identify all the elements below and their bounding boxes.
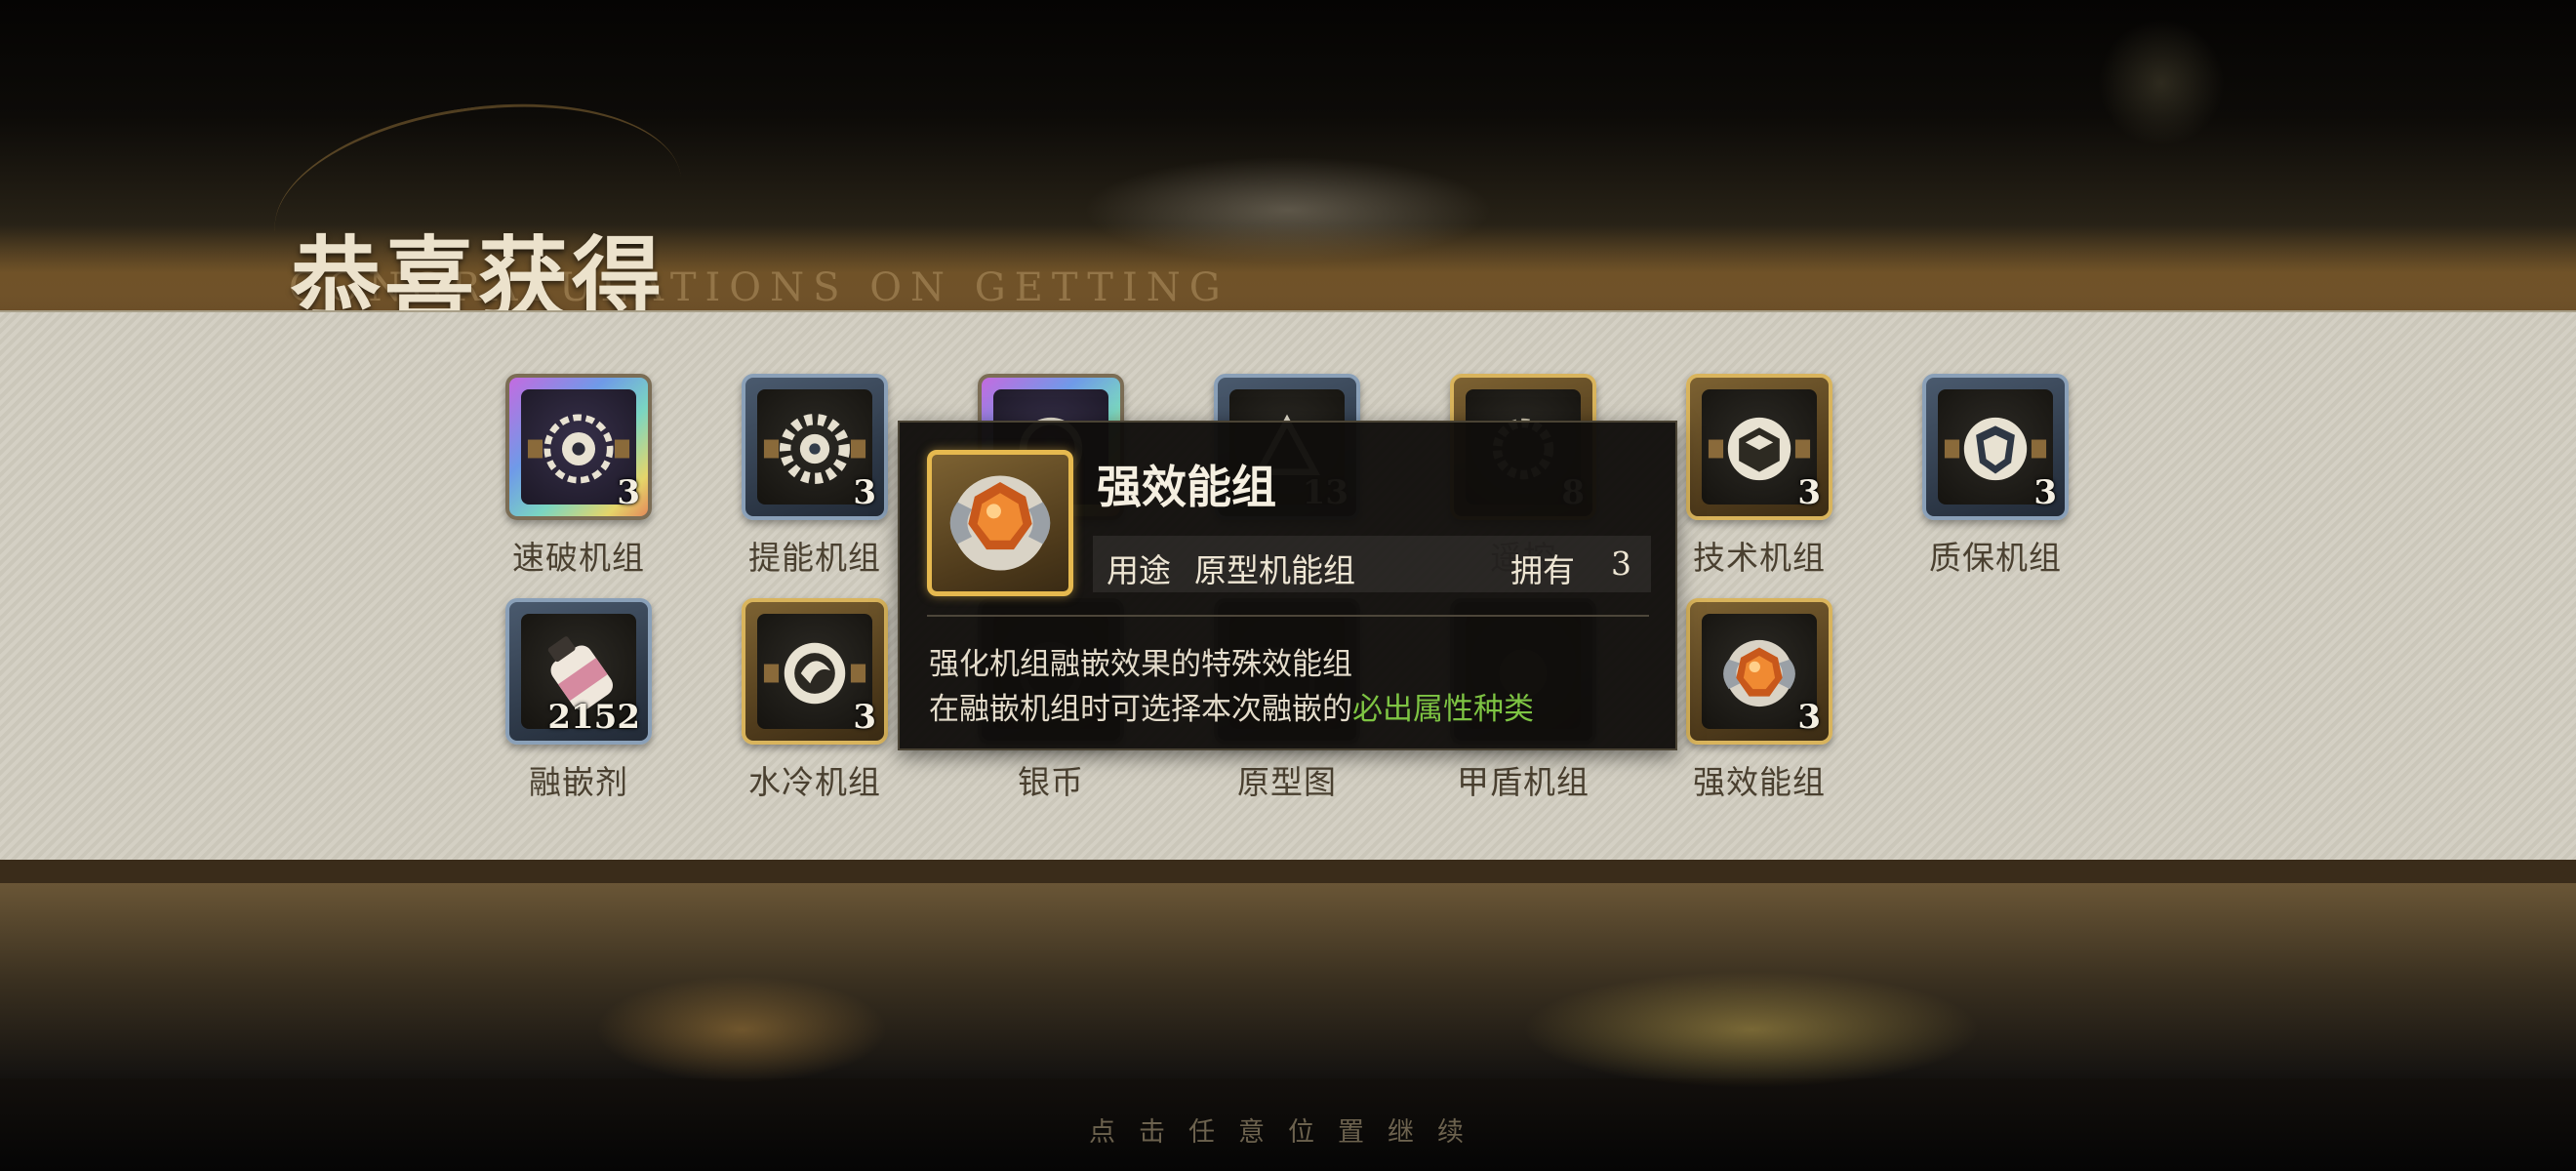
amber-gem-icon [949,475,1051,571]
item-count: 3 [1797,473,1821,512]
lower-band [0,883,2576,1078]
item-name: 原型图 [1237,763,1337,801]
description-text: 在融嵌机组时可选择本次融嵌的 [929,692,1352,727]
item-frame[interactable]: 3 [742,598,888,745]
item-frame[interactable]: 3 [742,374,888,520]
item-frame[interactable]: 2152 [505,598,652,745]
tooltip-divider [927,615,1649,617]
item-count: 3 [853,473,876,512]
reward-item[interactable]: 3 提能机组 [717,374,912,579]
item-name: 提能机组 [748,539,881,577]
item-count: 3 [1797,698,1821,737]
tooltip-meta-bar: 用途 原型机能组 拥有 3 [1093,536,1651,592]
reward-item[interactable]: 3 技术机组 [1662,374,1857,579]
tooltip-item-frame [927,450,1073,596]
item-frame[interactable]: 3 [505,374,652,520]
reward-item[interactable]: 3 质保机组 [1898,374,2093,579]
item-frame[interactable]: 3 [1922,374,2069,520]
reward-item[interactable]: 3 速破机组 [481,374,676,579]
tooltip-title: 强效能组 [1097,461,1276,513]
item-frame[interactable]: 3 [1686,598,1832,745]
item-count: 3 [617,473,640,512]
item-name: 强效能组 [1693,763,1826,801]
owned-count: 3 [1611,545,1631,583]
item-name: 质保机组 [1929,539,2062,577]
description-highlight: 必出属性种类 [1352,692,1534,727]
item-name: 融嵌剂 [529,763,628,801]
item-count: 2152 [547,698,640,737]
item-frame[interactable]: 3 [1686,374,1832,520]
background-orb [2098,20,2225,146]
item-count: 3 [2033,473,2057,512]
tap-to-continue-hint[interactable]: 点击任意位置继续 [0,1110,2576,1149]
item-name: 速破机组 [512,539,645,577]
item-name: 银币 [1018,763,1084,801]
lower-glow-left [595,976,888,1083]
tooltip-description-line1: 强化机组融嵌效果的特殊效能组 [929,647,1352,682]
tooltip-description-line2: 在融嵌机组时可选择本次融嵌的必出属性种类 [929,684,1534,728]
owned-label: 拥有 [1510,551,1575,589]
item-name: 水冷机组 [748,763,881,801]
lower-glow-right [1522,971,1981,1088]
item-name: 甲盾机组 [1457,763,1590,801]
reward-item[interactable]: 3 水冷机组 [717,598,912,803]
usage-label: 用途 [1107,551,1171,589]
reward-item-selected[interactable]: 3 强效能组 [1662,598,1857,803]
usage-value: 原型机能组 [1194,551,1355,589]
item-name: 技术机组 [1693,539,1826,577]
panel-bottom-border [0,860,2576,883]
item-count: 3 [853,698,876,737]
item-detail-tooltip: 强效能组 用途 原型机能组 拥有 3 强化机组融嵌效果的特殊效能组 在融嵌机组时… [898,421,1677,750]
reward-item[interactable]: 2152 融嵌剂 [481,598,676,803]
reward-screen[interactable]: CONGRATULATIONS ON GETTING 恭喜获得 3 速破机组 3… [0,0,2576,1171]
